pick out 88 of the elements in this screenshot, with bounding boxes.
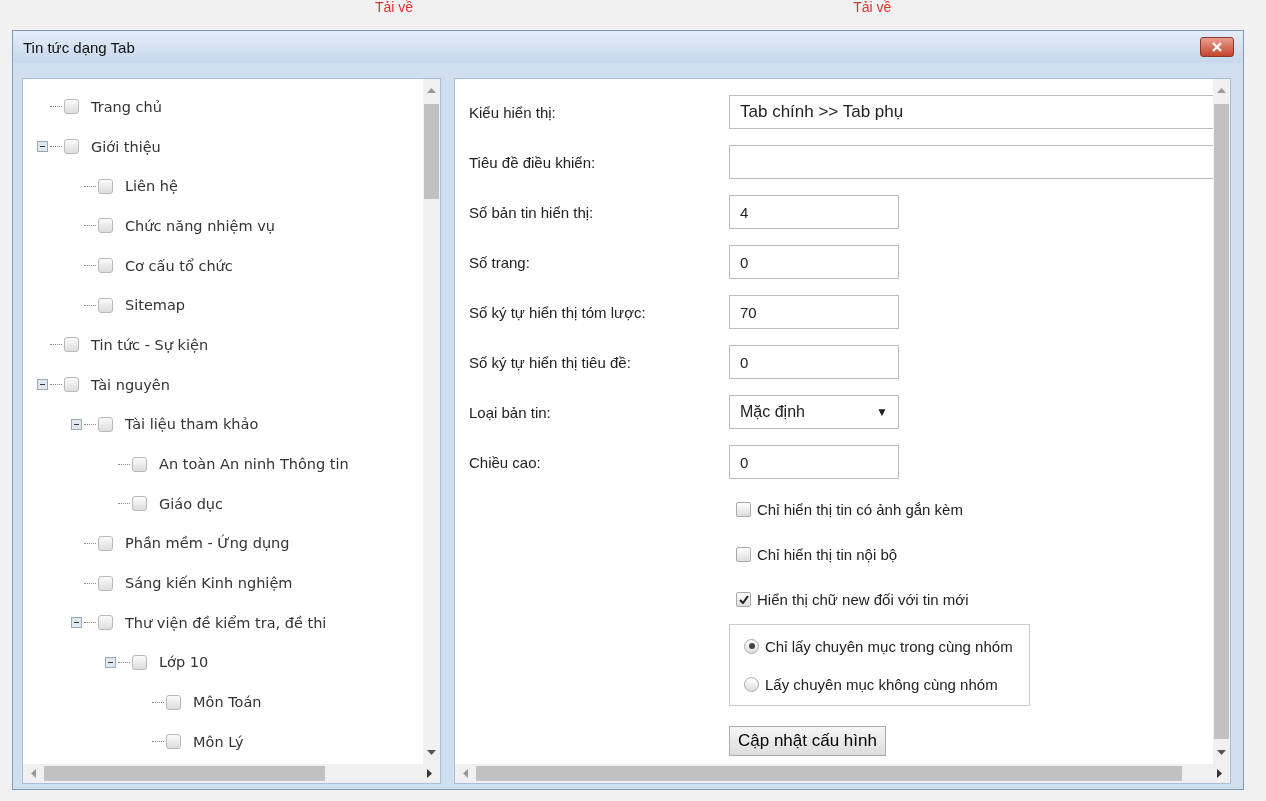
tree-item[interactable]: Trang chủ: [91, 98, 162, 115]
tree-checkbox[interactable]: [98, 615, 113, 631]
number-field[interactable]: 0: [729, 245, 899, 279]
field-label: Loại bản tin:: [469, 403, 552, 421]
field-label: Tiêu đề điều khiển:: [469, 153, 597, 171]
tree-item[interactable]: Chức năng nhiệm vụ: [125, 217, 275, 234]
tree-item[interactable]: Sitemap: [125, 297, 186, 314]
number-field[interactable]: 70: [729, 295, 899, 329]
close-icon: [1210, 42, 1224, 52]
collapse-toggle[interactable]: [71, 418, 82, 430]
radio-label: Chỉ lấy chuyên mục trong cùng nhóm: [765, 637, 1013, 655]
checkbox[interactable]: [736, 502, 751, 517]
update-config-button[interactable]: Cập nhật cấu hình: [729, 726, 886, 756]
collapse-toggle[interactable]: [37, 379, 48, 391]
window-title: Tin tức dạng Tab: [23, 38, 135, 56]
scroll-left-arrow-icon[interactable]: [31, 769, 36, 778]
field-label: Chiều cao:: [469, 453, 542, 471]
field-label: Số bản tin hiển thị:: [469, 203, 595, 221]
scroll-right-arrow-icon[interactable]: [427, 769, 432, 778]
tree-item[interactable]: Môn Toán: [193, 694, 262, 711]
tree-item[interactable]: Sáng kiến Kinh nghiệm: [125, 575, 293, 592]
collapse-toggle[interactable]: [37, 141, 48, 153]
tree-checkbox[interactable]: [98, 535, 113, 551]
scrollbar-thumb[interactable]: [44, 766, 325, 781]
scroll-down-arrow-icon[interactable]: [427, 750, 436, 755]
tree-checkbox[interactable]: [132, 654, 147, 670]
radio-button[interactable]: [744, 676, 759, 692]
number-field[interactable]: 4: [729, 195, 899, 229]
horizontal-scrollbar[interactable]: [455, 764, 1230, 783]
scroll-down-arrow-icon[interactable]: [1217, 750, 1226, 755]
download-link[interactable]: Tải về: [375, 0, 414, 14]
scroll-up-arrow-icon[interactable]: [1217, 88, 1226, 93]
scrollbar-thumb[interactable]: [424, 104, 439, 199]
scroll-right-arrow-icon[interactable]: [1217, 769, 1222, 778]
radio-label: Lấy chuyên mục không cùng nhóm: [765, 675, 998, 693]
text-field[interactable]: [729, 145, 1215, 179]
tree-item[interactable]: An toàn An ninh Thông tin: [159, 456, 349, 473]
number-field[interactable]: 0: [729, 445, 899, 479]
collapse-toggle[interactable]: [71, 617, 82, 629]
dropdown[interactable]: Mặc định ▼: [729, 395, 899, 429]
close-button[interactable]: [1200, 37, 1234, 57]
tree-checkbox[interactable]: [98, 218, 113, 234]
horizontal-scrollbar[interactable]: [23, 764, 440, 783]
tree-item[interactable]: Phần mềm - Ứng dụng: [125, 535, 290, 552]
scrollbar-thumb[interactable]: [1214, 104, 1229, 739]
tree-checkbox[interactable]: [64, 139, 79, 155]
tree-item[interactable]: Cơ cấu tổ chức: [125, 257, 233, 274]
checkbox-label: Hiển thị chữ new đối với tin mới: [757, 591, 969, 608]
field-label: Kiểu hiển thị:: [469, 103, 557, 121]
tree-checkbox[interactable]: [64, 337, 79, 353]
tree-checkbox[interactable]: [64, 99, 79, 115]
vertical-scrollbar[interactable]: [423, 79, 440, 764]
checkbox[interactable]: [736, 547, 751, 562]
tree-checkbox[interactable]: [98, 178, 113, 194]
tree-checkbox[interactable]: [98, 297, 113, 313]
scrollbar-thumb[interactable]: [476, 766, 1182, 781]
tree-item[interactable]: Lớp 10: [159, 654, 209, 671]
tree-checkbox[interactable]: [98, 258, 113, 274]
check-icon: [738, 595, 749, 604]
tree-item[interactable]: Thư viện đề kiểm tra, đề thi: [125, 614, 327, 631]
tree-checkbox[interactable]: [64, 377, 79, 393]
tree-checkbox[interactable]: [132, 496, 147, 512]
checkbox-label: Chỉ hiển thị tin nội bộ: [757, 546, 898, 563]
download-link[interactable]: Tải về: [853, 0, 892, 14]
tree-item[interactable]: Giáo dục: [159, 495, 223, 512]
tree-item[interactable]: Môn Lý: [193, 733, 244, 750]
radio-button[interactable]: [744, 638, 759, 654]
tree-item[interactable]: Tài nguyên: [91, 376, 170, 393]
scroll-left-arrow-icon[interactable]: [463, 769, 468, 778]
tree-item[interactable]: Giới thiệu: [91, 138, 161, 155]
text-field[interactable]: Tab chính >> Tab phụ: [729, 95, 1215, 129]
tree-checkbox[interactable]: [132, 456, 147, 472]
tree-checkbox[interactable]: [98, 575, 113, 591]
tree-item[interactable]: Tin tức - Sự kiện: [91, 336, 209, 353]
field-label: Số trang:: [469, 253, 531, 271]
tree-item[interactable]: Liên hệ: [125, 178, 178, 195]
vertical-scrollbar[interactable]: [1213, 79, 1230, 764]
checkbox-label: Chỉ hiển thị tin có ảnh gắn kèm: [757, 501, 963, 518]
field-label: Số ký tự hiển thị tóm lược:: [469, 303, 647, 321]
tree-checkbox[interactable]: [166, 734, 181, 750]
tree-checkbox[interactable]: [98, 416, 113, 432]
scroll-up-arrow-icon[interactable]: [427, 88, 436, 93]
tree-item[interactable]: Tài liệu tham khảo: [125, 416, 259, 433]
field-label: Số ký tự hiển thị tiêu đề:: [469, 353, 632, 371]
collapse-toggle[interactable]: [105, 656, 116, 668]
tree-checkbox[interactable]: [166, 694, 181, 710]
number-field[interactable]: 0: [729, 345, 899, 379]
checkbox[interactable]: [736, 592, 751, 607]
